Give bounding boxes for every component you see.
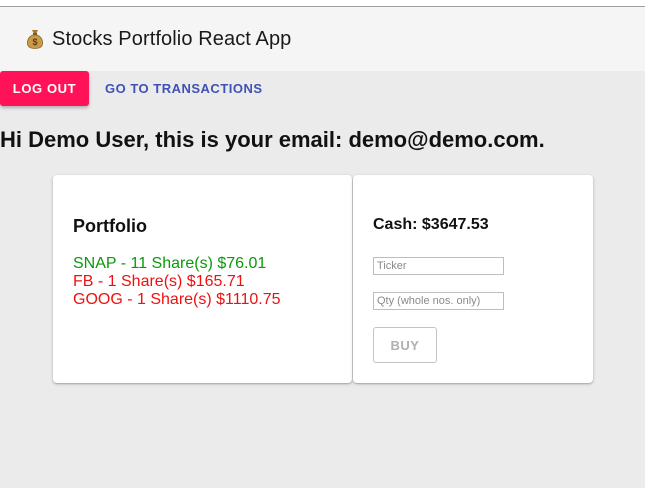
ticker-input[interactable] [373, 257, 504, 275]
go-to-transactions-button[interactable]: GO TO TRANSACTIONS [97, 71, 271, 106]
app-header: $ Stocks Portfolio React App [0, 7, 645, 71]
holding-item: FB - 1 Share(s) $165.71 [73, 273, 245, 290]
trade-card: Cash: $3647.53 BUY [353, 175, 593, 383]
buy-button[interactable]: BUY [373, 327, 437, 363]
logout-button[interactable]: LOG OUT [0, 71, 89, 106]
holding-item: SNAP - 11 Share(s) $76.01 [73, 255, 267, 272]
quantity-input[interactable] [373, 292, 504, 310]
holding-item: GOOG - 1 Share(s) $1110.75 [73, 291, 281, 308]
app-title: Stocks Portfolio React App [52, 27, 292, 50]
cash-balance: Cash: $3647.53 [373, 216, 489, 233]
svg-text:$: $ [32, 37, 37, 47]
money-bag-icon: $ [26, 29, 44, 49]
portfolio-card: Portfolio SNAP - 11 Share(s) $76.01 FB - … [53, 175, 352, 383]
greeting-heading: Hi Demo User, this is your email: demo@d… [0, 127, 545, 152]
portfolio-title: Portfolio [73, 216, 147, 236]
holdings-list: SNAP - 11 Share(s) $76.01 FB - 1 Share(s)… [73, 255, 281, 309]
